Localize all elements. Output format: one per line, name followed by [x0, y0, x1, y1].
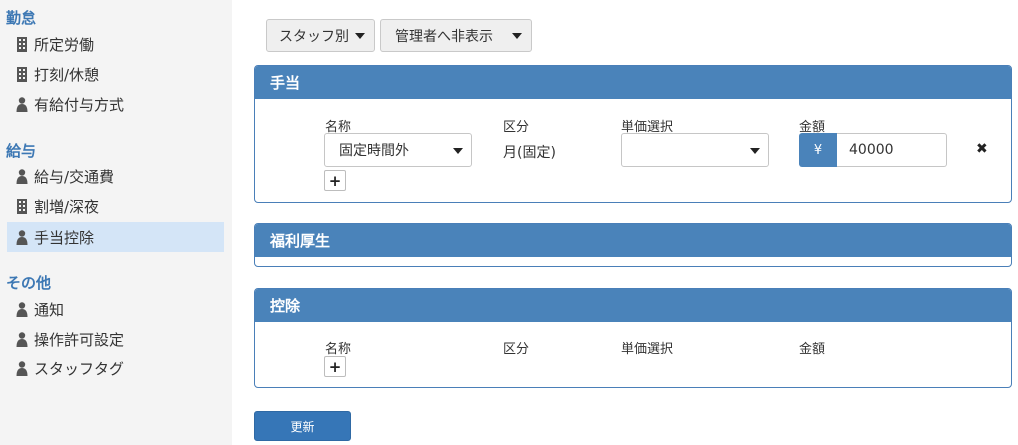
building-icon	[16, 198, 28, 214]
column-category-label: 区分	[503, 342, 530, 357]
add-allowance-button[interactable]: +	[324, 170, 346, 191]
section-heading-payroll: 給与	[6, 142, 37, 160]
chevron-down-icon	[750, 148, 760, 154]
chevron-down-icon	[453, 148, 463, 154]
sidebar-item-label: 打刻/休憩	[34, 65, 100, 84]
column-amount-label: 金額	[799, 342, 826, 357]
deduction-panel: 控除 名称 区分 単価選択 金額 +	[254, 288, 1012, 388]
sidebar: 勤怠 所定労働 打刻/休憩 有給付与方式 給与 給与/交通費 割増/深夜 手当控…	[0, 0, 232, 445]
remove-row-icon[interactable]: ✖	[976, 141, 988, 157]
update-button[interactable]: 更新	[254, 411, 351, 441]
sidebar-item-label: 有給付与方式	[34, 95, 125, 114]
allowance-name-select[interactable]: 固定時間外	[324, 133, 472, 167]
welfare-panel-title: 福利厚生	[255, 224, 1011, 257]
user-icon	[16, 96, 28, 112]
deduction-panel-title: 控除	[255, 289, 1011, 322]
allowance-category-value: 月(固定)	[503, 145, 556, 161]
sidebar-item-label: 操作許可設定	[34, 330, 125, 349]
chevron-down-icon	[512, 33, 522, 39]
allowance-name-value: 固定時間外	[339, 143, 409, 159]
sidebar-item-staff-tags[interactable]: スタッフタグ	[7, 353, 224, 383]
currency-addon: ¥	[799, 133, 837, 167]
section-heading-attendance: 勤怠	[6, 9, 37, 27]
sidebar-item-salary-transport[interactable]: 給与/交通費	[7, 161, 224, 191]
column-name-label: 名称	[325, 342, 352, 357]
allowance-panel: 手当 名称 区分 単価選択 金額 固定時間外 月(固定) ¥ ✖ +	[254, 65, 1012, 203]
staff-filter-value: スタッフ別	[279, 28, 349, 45]
user-icon	[16, 301, 28, 317]
column-category-label: 区分	[503, 120, 530, 135]
section-heading-other: その他	[6, 274, 52, 292]
staff-filter-select[interactable]: スタッフ別	[266, 19, 375, 52]
sidebar-item-label: 通知	[34, 300, 65, 319]
visibility-select[interactable]: 管理者へ非表示	[380, 19, 532, 52]
allowance-amount-input[interactable]	[837, 133, 947, 167]
sidebar-item-premium-night[interactable]: 割増/深夜	[7, 191, 224, 221]
chevron-down-icon	[355, 33, 365, 39]
sidebar-item-label: 手当控除	[34, 228, 95, 247]
welfare-panel: 福利厚生	[254, 223, 1012, 267]
sidebar-item-label: 割増/深夜	[34, 197, 100, 216]
sidebar-item-label: 所定労働	[34, 35, 95, 54]
user-icon	[16, 331, 28, 347]
sidebar-item-label: スタッフタグ	[34, 359, 125, 378]
sidebar-item-allowance-deduction[interactable]: 手当控除	[7, 222, 224, 252]
visibility-value: 管理者へ非表示	[395, 28, 493, 45]
user-icon	[16, 360, 28, 376]
sidebar-item-paid-leave[interactable]: 有給付与方式	[7, 89, 224, 119]
allowance-unit-price-select[interactable]	[621, 133, 769, 167]
allowance-panel-title: 手当	[255, 66, 1011, 99]
sidebar-item-scheduled-work[interactable]: 所定労働	[7, 29, 224, 59]
sidebar-item-punch-break[interactable]: 打刻/休憩	[7, 59, 224, 89]
sidebar-item-label: 給与/交通費	[34, 167, 115, 186]
column-unit-price-label: 単価選択	[621, 342, 674, 357]
user-icon	[16, 168, 28, 184]
building-icon	[16, 36, 28, 52]
user-icon	[16, 229, 28, 245]
add-deduction-button[interactable]: +	[324, 356, 346, 377]
sidebar-item-permissions[interactable]: 操作許可設定	[7, 324, 224, 354]
building-icon	[16, 66, 28, 82]
sidebar-item-notification[interactable]: 通知	[7, 294, 224, 324]
